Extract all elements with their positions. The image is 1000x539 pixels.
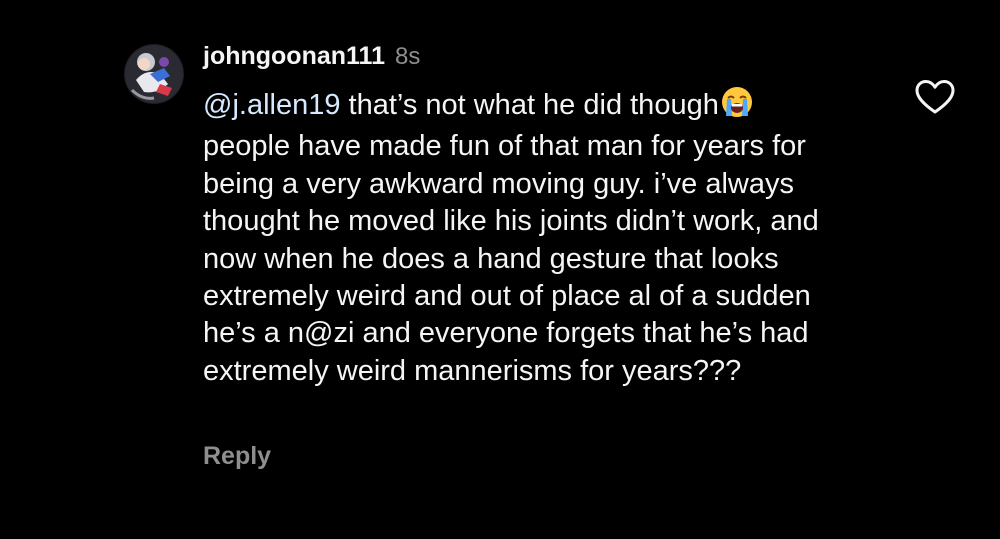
heart-outline-icon bbox=[915, 80, 955, 114]
reply-button[interactable]: Reply bbox=[203, 442, 271, 471]
comment-header: johngoonan111 8s bbox=[203, 42, 883, 78]
like-button[interactable] bbox=[914, 78, 956, 116]
avatar-image bbox=[124, 44, 184, 104]
comment-text-first-line: that’s not what he did though bbox=[340, 89, 719, 121]
timestamp: 8s bbox=[394, 43, 421, 70]
comment-text: @j.allen19 that’s not what he did though… bbox=[203, 86, 863, 390]
comment-body: johngoonan111 8s @j.allen19 that’s not w… bbox=[203, 42, 883, 390]
username[interactable]: johngoonan111 bbox=[203, 42, 385, 71]
avatar[interactable] bbox=[124, 44, 184, 104]
loudly-crying-face-emoji bbox=[721, 86, 753, 128]
comment-text-rest: people have made fun of that man for yea… bbox=[203, 130, 819, 387]
mention-link[interactable]: @j.allen19 bbox=[203, 89, 340, 121]
comment: johngoonan111 8s @j.allen19 that’s not w… bbox=[0, 0, 1000, 539]
